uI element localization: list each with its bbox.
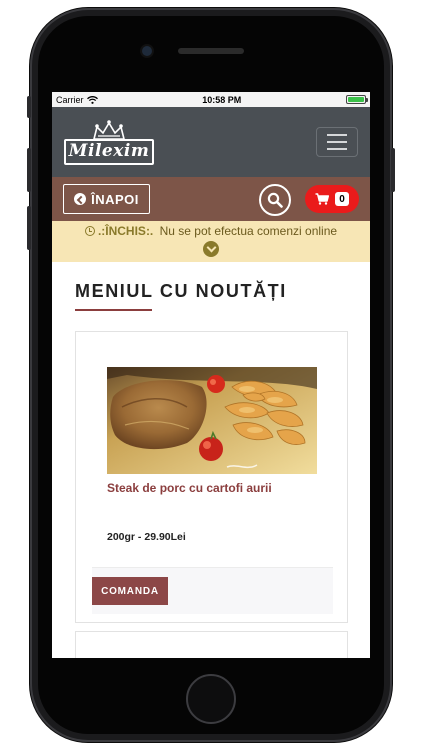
notice-status: .:ÎNCHIS:. <box>97 224 154 238</box>
closed-notice-banner: .:ÎNCHIS:. Nu se pot efectua comenzi onl… <box>52 221 370 262</box>
status-left: Carrier <box>56 95 98 105</box>
hamburger-line <box>327 141 347 143</box>
hamburger-menu-button[interactable] <box>316 127 358 157</box>
chevron-down-icon[interactable] <box>203 241 219 257</box>
product-card-next <box>75 631 348 658</box>
phone-mute-switch <box>27 96 31 118</box>
back-button[interactable]: ÎNAPOI <box>63 184 150 214</box>
product-image[interactable] <box>107 367 317 474</box>
notice-message: Nu se pot efectua comenzi online <box>156 224 338 238</box>
main-content: MENIUL CU NOUTĂȚI Steak de porc cu carto… <box>52 281 370 658</box>
search-button[interactable] <box>259 184 291 216</box>
notice-text: .:ÎNCHIS:. Nu se pot efectua comenzi onl… <box>52 224 370 238</box>
search-icon <box>267 192 283 208</box>
title-underline <box>75 309 152 311</box>
order-button[interactable]: COMANDA <box>92 577 168 605</box>
cart-button[interactable]: 0 <box>305 185 359 213</box>
status-bar: Carrier 10:58 PM <box>52 92 370 107</box>
back-button-label: ÎNAPOI <box>91 191 139 207</box>
product-name[interactable]: Steak de porc cu cartofi aurii <box>107 481 272 495</box>
status-time: 10:58 PM <box>202 94 242 105</box>
phone-volume-up <box>27 148 31 192</box>
clock-icon <box>84 226 95 236</box>
product-photo <box>107 367 317 474</box>
front-camera <box>142 46 152 56</box>
chevron-left-circle-icon <box>74 193 87 205</box>
phone-power-button <box>391 148 395 192</box>
logo[interactable]: Milexim <box>64 119 154 167</box>
app-screen: Carrier 10:58 PM Milexim ÎNAPOI 0 .:ÎNCH… <box>52 92 370 658</box>
logo-text: Milexim <box>68 141 150 161</box>
cart-count-badge: 0 <box>335 192 349 206</box>
battery-level <box>347 97 364 102</box>
home-button[interactable] <box>186 674 236 724</box>
top-header: Milexim <box>52 107 370 177</box>
carrier-label: Carrier <box>56 94 84 105</box>
battery-icon <box>345 95 368 104</box>
product-card: Steak de porc cu cartofi aurii 200gr - 2… <box>75 331 348 623</box>
section-title: MENIUL CU NOUTĂȚI <box>75 281 287 301</box>
product-card-footer: COMANDA <box>92 567 333 614</box>
hamburger-line <box>327 148 347 150</box>
wifi-icon <box>86 95 98 104</box>
action-bar: ÎNAPOI 0 <box>52 177 370 221</box>
hamburger-line <box>327 134 347 136</box>
product-price: 200gr - 29.90Lei <box>107 531 186 543</box>
crown-icon <box>92 120 126 140</box>
earpiece-speaker <box>178 48 244 54</box>
phone-volume-down <box>27 206 31 250</box>
shopping-cart-icon <box>315 193 329 205</box>
